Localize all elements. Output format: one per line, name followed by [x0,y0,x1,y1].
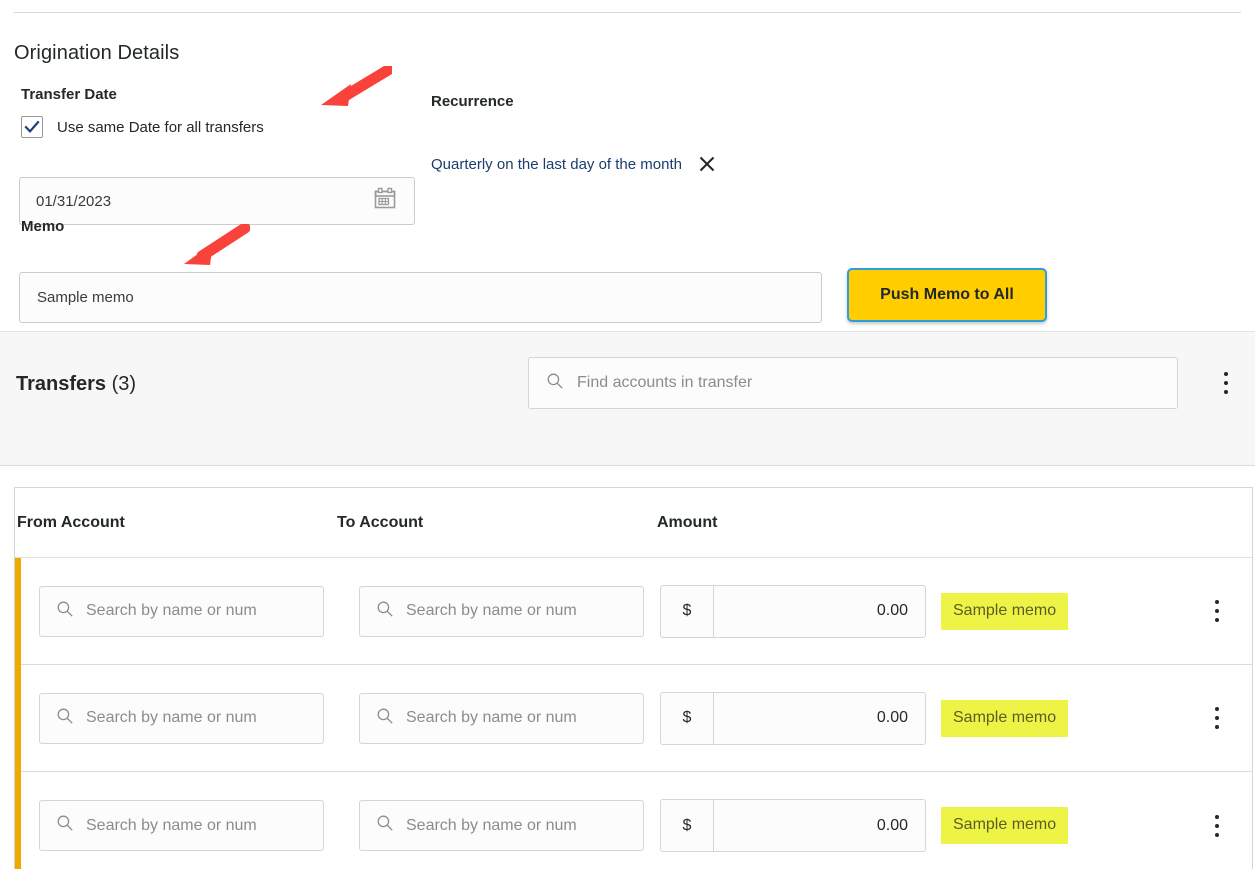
amount-value: 0.00 [876,816,908,834]
calendar-icon[interactable] [372,186,398,217]
from-account-search-input[interactable]: Search by name or num [39,800,324,851]
row-memo-text: Sample memo [941,592,1069,630]
cell-to-account: Search by name or num [337,585,657,637]
to-account-placeholder: Search by name or num [406,602,577,619]
cell-amount: $0.00 [657,584,927,638]
transfer-date-value: 01/31/2023 [36,192,112,210]
recurrence-label: Recurrence [431,93,514,110]
currency-prefix: $ [661,692,714,744]
row-memo-text: Sample memo [941,807,1069,844]
find-accounts-placeholder: Find accounts in transfer [577,374,753,391]
to-account-search-input[interactable]: Search by name or num [359,692,644,744]
memo-input[interactable]: Sample memo [19,272,822,323]
search-icon [376,814,394,837]
to-account-search-input[interactable]: Search by name or num [359,585,644,637]
from-account-placeholder: Search by name or num [86,709,257,726]
row-status-accent-bar [15,772,21,869]
search-icon [376,707,394,730]
recurrence-row: Quarterly on the last day of the month [431,153,718,175]
search-icon [546,372,564,395]
use-same-date-checkbox-label: Use same Date for all transfers [57,118,264,136]
cell-memo: Sample memo [927,807,1127,844]
row-status-accent-bar [15,558,21,665]
cell-memo: Sample memo [927,592,1127,630]
transfers-title-count: (3) [111,373,137,395]
cell-memo: Sample memo [927,699,1127,737]
transfers-count-title: Transfers (3) [16,373,136,396]
amount-input[interactable]: $0.00 [660,691,926,745]
checkmark-icon [24,120,40,134]
top-divider [14,12,1241,13]
row-overflow-menu-icon[interactable] [1205,697,1229,739]
transfer-origination-page: Origination Details Transfer Date Use sa… [0,0,1255,869]
close-icon[interactable] [696,153,718,175]
from-account-search-input[interactable]: Search by name or num [39,585,324,637]
memo-value: Sample memo [37,289,134,306]
cell-from-account: Search by name or num [15,800,337,851]
row-memo-text: Sample memo [941,699,1069,737]
transfer-date-label: Transfer Date [21,86,117,103]
row-overflow-menu-icon[interactable] [1205,805,1229,847]
transfers-table: From Account To Account Amount Search by… [14,487,1253,869]
use-same-date-checkbox[interactable] [21,116,43,138]
row-overflow-menu-icon[interactable] [1205,590,1229,632]
amount-value: 0.00 [876,709,908,726]
from-account-placeholder: Search by name or num [86,816,257,834]
transfers-overflow-menu-icon[interactable] [1214,362,1238,404]
table-row: Search by name or num Search by name or n… [15,558,1252,665]
search-icon [56,600,74,623]
find-accounts-input[interactable]: Find accounts in transfer [528,357,1178,409]
amount-input[interactable]: $0.00 [660,584,926,638]
amount-input[interactable]: $0.00 [660,799,926,852]
transfers-title-word: Transfers [16,373,107,395]
currency-prefix: $ [661,800,714,851]
cell-from-account: Search by name or num [15,692,337,744]
arrow-pointing-to-memo-field [178,222,251,273]
cell-to-account: Search by name or num [337,692,657,744]
to-account-placeholder: Search by name or num [406,816,577,834]
cell-amount: $0.00 [657,691,927,745]
to-account-search-input[interactable]: Search by name or num [359,800,644,851]
search-icon [56,707,74,730]
recurrence-value: Quarterly on the last day of the month [431,155,682,173]
cell-from-account: Search by name or num [15,585,337,637]
cell-to-account: Search by name or num [337,800,657,851]
column-header-to-account: To Account [337,513,424,531]
table-row: Search by name or num Search by name or n… [15,772,1252,869]
page-title: Origination Details [14,42,180,64]
to-account-placeholder: Search by name or num [406,709,577,726]
cell-amount: $0.00 [657,799,927,852]
column-header-amount: Amount [657,513,718,531]
row-status-accent-bar [15,665,21,772]
transfer-date-input[interactable]: 01/31/2023 [19,177,415,225]
table-row: Search by name or num Search by name or n… [15,665,1252,772]
table-body: Search by name or num Search by name or n… [15,558,1252,869]
memo-label: Memo [21,218,65,235]
use-same-date-checkbox-row[interactable]: Use same Date for all transfers [21,116,264,138]
search-icon [376,600,394,623]
table-header-row: From Account To Account Amount [15,488,1252,558]
push-memo-to-all-button[interactable]: Push Memo to All [847,268,1047,322]
search-icon [56,814,74,837]
arrow-pointing-to-checkbox [314,64,394,115]
from-account-search-input[interactable]: Search by name or num [39,692,324,744]
amount-value: 0.00 [876,602,908,619]
from-account-placeholder: Search by name or num [86,602,257,619]
currency-prefix: $ [661,585,714,637]
column-header-from-account: From Account [17,513,125,531]
